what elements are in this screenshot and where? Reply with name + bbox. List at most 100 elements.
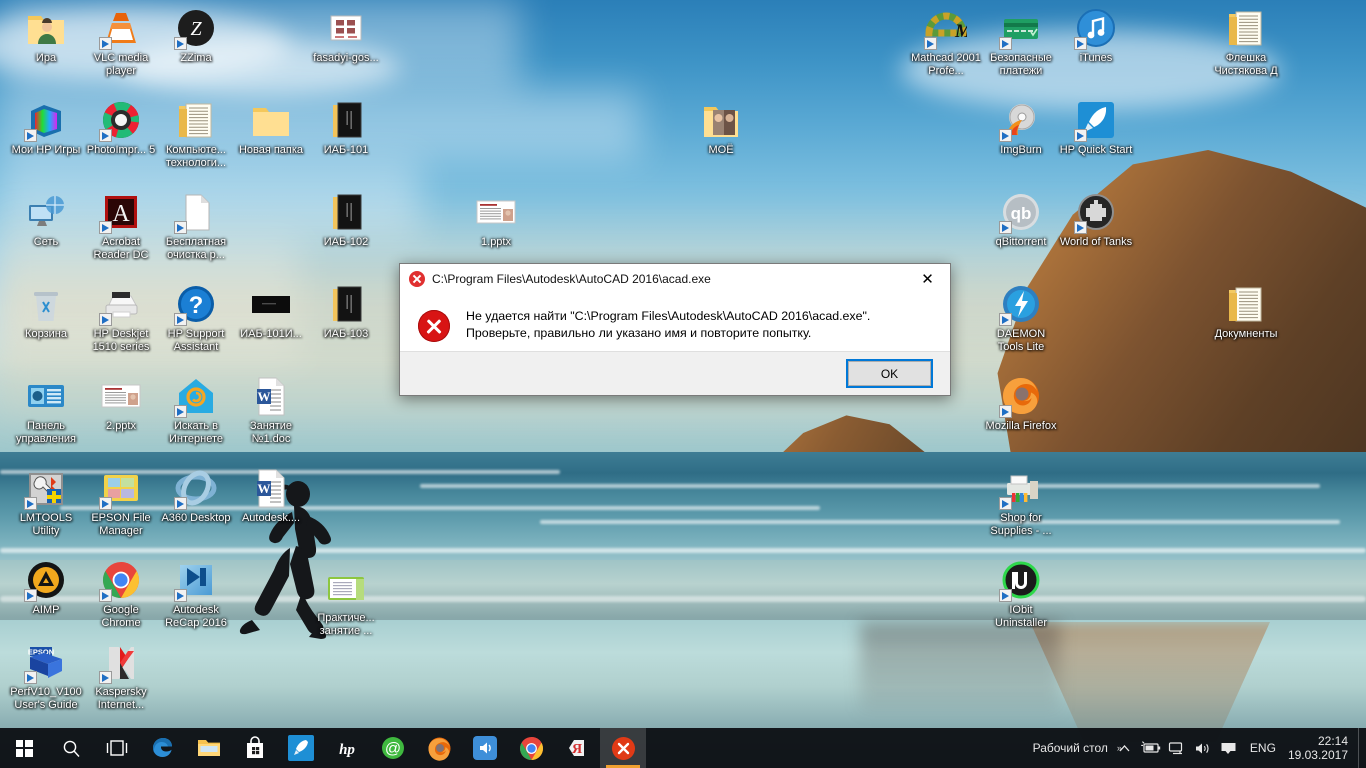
desktop-icon[interactable]: Autodesk ReCap 2016	[158, 558, 234, 629]
desktop-icon[interactable]: Безопасные платежи	[983, 6, 1059, 77]
desktop-icon[interactable]: Z ZZima	[158, 6, 234, 65]
desktop-icon[interactable]: Mozilla Firefox	[983, 374, 1059, 433]
taskbar-file-explorer-button[interactable]	[186, 728, 232, 768]
desktop-icon[interactable]: HP Quick Start	[1058, 98, 1134, 157]
taskbar-at-app-button[interactable]: @	[370, 728, 416, 768]
taskbar-volume-app-button[interactable]	[462, 728, 508, 768]
dialog-title-bar[interactable]: C:\Program Files\Autodesk\AutoCAD 2016\a…	[400, 264, 950, 294]
taskbar-autocad-error-button[interactable]	[600, 728, 646, 768]
tray-battery[interactable]	[1138, 728, 1164, 768]
desktop-icon[interactable]: A Acrobat Reader DC	[83, 190, 159, 261]
shortcut-arrow-icon	[24, 671, 37, 684]
tray-volume[interactable]	[1190, 728, 1216, 768]
shortcut-arrow-icon	[99, 671, 112, 684]
shortcut-arrow-icon	[174, 313, 187, 326]
firefox-icon	[999, 374, 1043, 418]
pptgreen-icon	[324, 566, 368, 610]
desktop-icon[interactable]: Корзина	[8, 282, 84, 341]
desktop-icon[interactable]: A360 Desktop	[158, 466, 234, 525]
desktop-icon[interactable]: PhotoImpr... 5	[83, 98, 159, 157]
tray-desktop-label[interactable]: Рабочий стол »	[1029, 741, 1122, 755]
desktop-icon[interactable]: Shop for Supplies - ...	[983, 466, 1059, 537]
desktop-icon[interactable]: fasadyi-gos...	[308, 6, 384, 65]
close-icon[interactable]: ✕	[905, 264, 950, 294]
desktop-icon-label: Корзина	[25, 328, 67, 340]
desktop-icon[interactable]: Компьюте... технологи...	[158, 98, 234, 169]
pptx-icon	[474, 190, 518, 234]
desktop-icon[interactable]: Докумненты	[1208, 282, 1284, 341]
desktop-icon[interactable]: World of Tanks	[1058, 190, 1134, 249]
desktop-icon-label: Ира	[35, 52, 57, 64]
desktop-icon[interactable]: M Mathcad 2001 Profe...	[908, 6, 984, 77]
desktop-icon[interactable]: ImgBurn	[983, 98, 1059, 157]
speaker-icon	[473, 736, 497, 760]
desktop-icon[interactable]: МОЁ	[683, 98, 759, 157]
desktop-icon[interactable]: ИАБ-103	[308, 282, 384, 341]
desktop-icon[interactable]: qb qBittorrent	[983, 190, 1059, 249]
desktop-icon[interactable]: Новая папка	[233, 98, 309, 157]
desktop-icon[interactable]: W Autodesk....	[233, 466, 309, 525]
folder-photo-icon	[699, 98, 743, 142]
desktop-icon[interactable]: ИАБ-102	[308, 190, 384, 249]
dialog-body: Не удается найти "C:\Program Files\Autod…	[400, 294, 950, 351]
taskbar-chrome-button[interactable]	[508, 728, 554, 768]
desktop-icon[interactable]: VLC media player	[83, 6, 159, 77]
taskbar-hp-jumpstart-button[interactable]	[278, 728, 324, 768]
desktop-icon[interactable]: Флешка Чистякова Д	[1208, 6, 1284, 77]
shortcut-arrow-icon	[999, 129, 1012, 142]
desktop-icon[interactable]: Ира	[8, 6, 84, 65]
desktop-icon[interactable]: ИАБ-101И...	[233, 282, 309, 341]
desktop-icon[interactable]: DAEMON Tools Lite	[983, 282, 1059, 353]
taskbar-hp-button[interactable]: hp	[324, 728, 370, 768]
taskbar-edge-button[interactable]	[140, 728, 186, 768]
tray-action-center[interactable]	[1216, 728, 1242, 768]
desktop-icon-label: World of Tanks	[1059, 236, 1133, 248]
desktop-icon[interactable]: 2.pptx	[83, 374, 159, 433]
desktop-icon-label: Практиче... занятие ...	[317, 612, 375, 637]
desktop-icon[interactable]: EPSON PerfV10_V100 User's Guide	[8, 640, 84, 711]
tray-show-hidden-icons[interactable]	[1112, 728, 1138, 768]
tray-network[interactable]	[1164, 728, 1190, 768]
desktop-icon[interactable]: HP Deskjet 1510 series	[83, 282, 159, 353]
desktop-icon[interactable]: Мои HP Игры	[8, 98, 84, 157]
tray-overflow-chevrons[interactable]: »	[1117, 743, 1122, 753]
clock[interactable]: 22:14 19.03.2017	[1284, 728, 1358, 768]
desktop-icon[interactable]: 1.pptx	[458, 190, 534, 249]
desktop-icon[interactable]: Панель управления	[8, 374, 84, 445]
desktop-icon-label: PerfV10_V100 User's Guide	[10, 686, 82, 711]
vlc-icon	[99, 6, 143, 50]
desktop-icon-label: ИАБ-103	[323, 328, 369, 340]
taskbar-store-button[interactable]	[232, 728, 278, 768]
taskbar-yandex-button[interactable]: Я	[554, 728, 600, 768]
taskbar-firefox-button[interactable]	[416, 728, 462, 768]
edge-icon	[153, 738, 172, 757]
desktop-icon[interactable]: AIMP	[8, 558, 84, 617]
desktop-icon[interactable]: IObit Uninstaller	[983, 558, 1059, 629]
shortcut-arrow-icon	[999, 589, 1012, 602]
desktop-icon[interactable]: LMTOOLS Utility	[8, 466, 84, 537]
ok-button[interactable]: OK	[846, 359, 933, 388]
shortcut-arrow-icon	[99, 313, 112, 326]
desktop-icon[interactable]: Практиче... занятие ...	[308, 566, 384, 637]
desktop-icon[interactable]: ? HP Support Assistant	[158, 282, 234, 353]
desktop-icon[interactable]: Искать в Интернете	[158, 374, 234, 445]
language-indicator[interactable]: ENG	[1242, 728, 1284, 768]
desktop-icon[interactable]: Kaspersky Internet...	[83, 640, 159, 711]
desktop-icon-label: qBittorrent	[995, 236, 1047, 248]
taskbar-search-button[interactable]	[48, 728, 94, 768]
desktop-icon-label: Shop for Supplies - ...	[990, 512, 1052, 537]
start-button[interactable]	[0, 728, 48, 768]
error-dialog[interactable]: C:\Program Files\Autodesk\AutoCAD 2016\a…	[399, 263, 951, 396]
desktop-icon[interactable]: Google Chrome	[83, 558, 159, 629]
desktop-icon[interactable]: ИАБ-101	[308, 98, 384, 157]
desktop-icon[interactable]: Сеть	[8, 190, 84, 249]
show-desktop-button[interactable]	[1358, 728, 1366, 768]
desktop-icon-label: Google Chrome	[101, 604, 141, 629]
desktop-icon-label: Mozilla Firefox	[985, 420, 1057, 432]
taskbar-task-view-button[interactable]	[94, 728, 140, 768]
desktop-icon[interactable]: EPSON File Manager	[83, 466, 159, 537]
desktop-icon[interactable]: W Занятие №1.doc	[233, 374, 309, 445]
desktop-icon[interactable]: Бесплатная очистка р...	[158, 190, 234, 261]
epsonfile-icon	[99, 466, 143, 510]
desktop-icon[interactable]: iTunes	[1058, 6, 1134, 65]
